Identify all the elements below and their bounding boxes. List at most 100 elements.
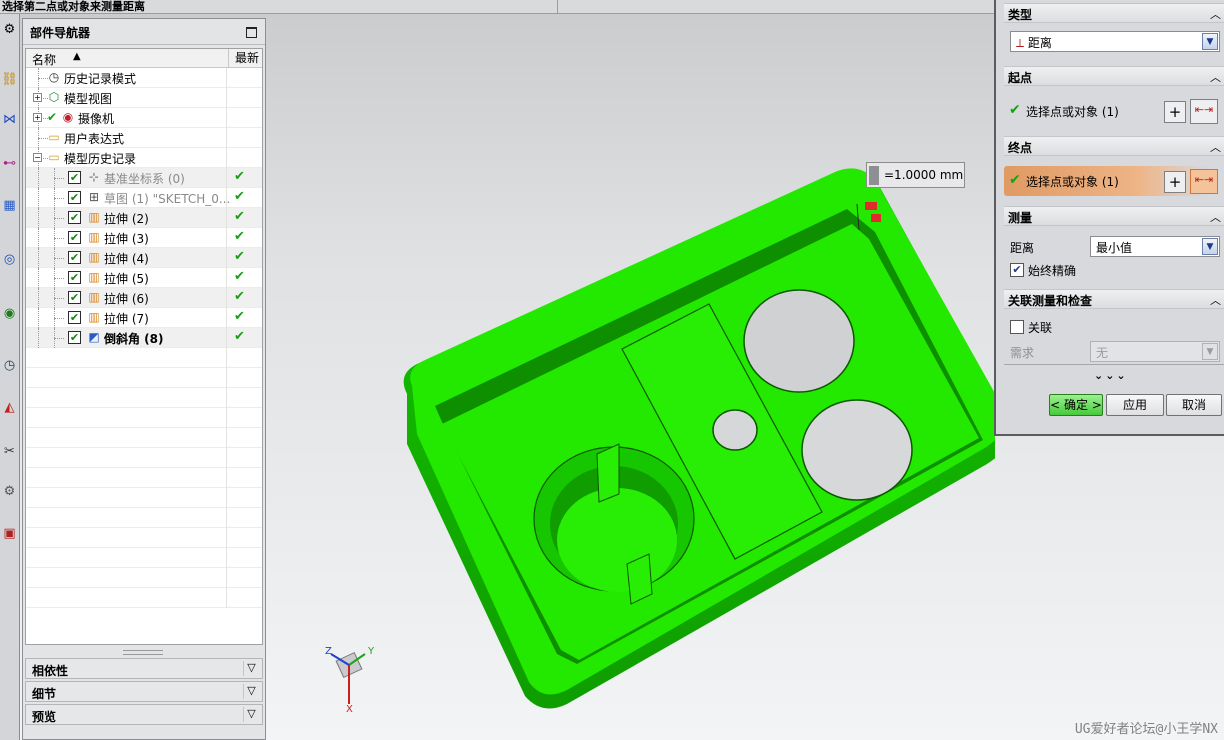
empty-row <box>26 428 262 448</box>
visibility-checkbox[interactable]: ✔ <box>68 191 81 204</box>
tools-icon[interactable]: ✂ <box>1 440 18 462</box>
tree-line <box>38 268 39 288</box>
visibility-checkbox[interactable]: ✔ <box>68 251 81 264</box>
tree-row[interactable]: + ✔ ◉ 摄像机 <box>26 108 262 128</box>
history-icon[interactable]: ◷ <box>1 354 18 376</box>
column-divider <box>226 288 227 308</box>
robot-icon[interactable]: ⚙ <box>1 480 18 502</box>
requirement-select[interactable]: 无 ▼ <box>1090 341 1220 362</box>
panel-splitter[interactable] <box>123 650 163 655</box>
inferred-point-button[interactable]: ⇤⇥ <box>1190 99 1218 124</box>
section-start[interactable]: 起点 ︿ <box>1004 66 1224 86</box>
collapse-icon[interactable]: ︿ <box>1210 139 1221 155</box>
chevron-down-icon[interactable]: ▼ <box>1202 238 1218 255</box>
latest-status-icon: ✔ <box>234 229 245 244</box>
tree-item-label: 拉伸 (5) <box>104 272 149 286</box>
column-divider <box>226 268 227 288</box>
section-end[interactable]: 终点 ︿ <box>1004 136 1224 156</box>
visibility-checkbox[interactable]: ✔ <box>68 271 81 284</box>
point-dialog-button[interactable]: + <box>1164 101 1186 123</box>
measurement-readout[interactable]: =1.0000 mm <box>866 162 965 188</box>
expand-icon[interactable]: + <box>33 113 42 122</box>
tree-row[interactable]: ✔ ▥ 拉伸 (7) ✔ <box>26 308 262 328</box>
ok-button[interactable]: < 确定 > <box>1049 394 1103 416</box>
triad-y-label: Y <box>367 646 375 657</box>
gear-icon[interactable]: ⚙ <box>1 18 18 40</box>
collapse-icon[interactable]: − <box>33 153 42 162</box>
film-icon[interactable]: ▣ <box>1 522 18 544</box>
tree-rows: ◷ 历史记录模式 + ⬡ 模型视图 + ✔ ◉ 摄像机 ▭ 用户表达式 − ▭ 模型历史记录 ✔ ⊹ 基准坐标系… <box>26 68 262 608</box>
resource-bar: ⚙ ⛓ ⋈ ⊷ ▦ ◎ ◉ ◷ ◭ ✂ ⚙ ▣ <box>0 14 20 740</box>
column-divider <box>226 248 227 268</box>
cancel-button[interactable]: 取消 <box>1166 394 1222 416</box>
tree-row[interactable]: ✔ ◩ 倒斜角 (8) ✔ <box>26 328 262 348</box>
collapse-icon[interactable]: ︿ <box>1210 69 1221 85</box>
tree-item-label: 用户表达式 <box>64 132 125 146</box>
graph-icon[interactable]: ⊷ <box>1 152 18 174</box>
constraint-icon[interactable]: ⋈ <box>1 108 18 130</box>
tree-row[interactable]: ▭ 用户表达式 <box>26 128 262 148</box>
palette-icon[interactable]: ◭ <box>1 396 18 418</box>
panel-dependencies[interactable]: 相依性 ▽ <box>25 658 263 679</box>
tree-row[interactable]: + ⬡ 模型视图 <box>26 88 262 108</box>
column-name[interactable]: 名称 <box>32 51 56 68</box>
tree-row[interactable]: ✔ ▥ 拉伸 (6) ✔ <box>26 288 262 308</box>
section-type[interactable]: 类型 ︿ <box>1004 3 1224 23</box>
tree-row[interactable]: ✔ ▥ 拉伸 (4) ✔ <box>26 248 262 268</box>
navigator-tree[interactable]: 名称 ▲ 最新 ◷ 历史记录模式 + ⬡ 模型视图 + ✔ ◉ 摄像机 ▭ 用户表达式 − ▭ 模型历史记… <box>25 48 263 645</box>
cube-icon[interactable]: ▦ <box>1 194 18 216</box>
visibility-checkbox[interactable]: ✔ <box>68 231 81 244</box>
always-precise-checkbox[interactable]: ✔ <box>1010 263 1024 277</box>
collapse-icon[interactable]: ︿ <box>1210 6 1221 22</box>
panel-details[interactable]: 细节 ▽ <box>25 681 263 702</box>
chevron-down-icon[interactable]: ▽ <box>243 684 259 699</box>
section-title: 关联测量和检查 <box>1008 294 1093 308</box>
visibility-checkbox[interactable]: ✔ <box>68 331 81 344</box>
column-divider <box>226 548 227 568</box>
roles-icon[interactable]: ◉ <box>1 302 18 324</box>
folder-icon: ▭ <box>48 130 60 144</box>
visibility-checkbox[interactable]: ✔ <box>68 211 81 224</box>
tree-row[interactable]: ✔ ▥ 拉伸 (3) ✔ <box>26 228 262 248</box>
tree-row[interactable]: ✔ ⊞ 草图 (1) "SKETCH_0... ✔ <box>26 188 262 208</box>
requirement-label: 需求 <box>1010 346 1035 360</box>
tree-line <box>38 288 39 308</box>
drag-handle[interactable] <box>869 166 879 185</box>
apply-button[interactable]: 应用 <box>1106 394 1164 416</box>
tree-row[interactable]: ✔ ⊹ 基准坐标系 (0) ✔ <box>26 168 262 188</box>
column-divider <box>226 108 227 128</box>
distance-mode-select[interactable]: 最小值 ▼ <box>1090 236 1220 257</box>
type-select[interactable]: ⟂ 距离 ▼ <box>1010 31 1220 52</box>
collapse-icon[interactable]: ︿ <box>1210 292 1221 308</box>
tree-row[interactable]: ✔ ▥ 拉伸 (2) ✔ <box>26 208 262 228</box>
end-select-label: 选择点或对象 (1) <box>1026 175 1119 189</box>
tree-row[interactable]: ◷ 历史记录模式 <box>26 68 262 88</box>
chevron-down-icon[interactable]: ▽ <box>243 661 259 676</box>
triad-x-label: X <box>346 704 353 715</box>
graphics-viewport[interactable]: Z Y X <box>267 14 1010 740</box>
chevron-down-icon[interactable]: ▽ <box>243 707 259 722</box>
section-associative[interactable]: 关联测量和检查 ︿ <box>1004 289 1224 309</box>
point-dialog-button[interactable]: + <box>1164 171 1186 193</box>
chevron-down-icon[interactable]: ▼ <box>1202 33 1218 50</box>
collapse-icon[interactable]: ︿ <box>1210 209 1221 225</box>
panel-preview[interactable]: 预览 ▽ <box>25 704 263 725</box>
show-more-icon[interactable]: ⌄⌄⌄ <box>1094 369 1128 382</box>
tree-item-label: 拉伸 (7) <box>104 312 149 326</box>
column-latest[interactable]: 最新 <box>228 49 262 68</box>
section-measure[interactable]: 测量 ︿ <box>1004 206 1224 226</box>
maximize-icon[interactable] <box>246 27 257 38</box>
inferred-point-button[interactable]: ⇤⇥ <box>1190 169 1218 194</box>
web-icon[interactable]: ◎ <box>1 248 18 270</box>
assembly-icon[interactable]: ⛓ <box>1 68 18 90</box>
chevron-down-icon[interactable]: ▼ <box>1202 343 1218 360</box>
tree-row[interactable]: ✔ ▥ 拉伸 (5) ✔ <box>26 268 262 288</box>
visibility-checkbox[interactable]: ✔ <box>68 311 81 324</box>
expand-icon[interactable]: + <box>33 93 42 102</box>
column-divider <box>226 468 227 488</box>
associative-checkbox[interactable] <box>1010 320 1024 334</box>
visibility-checkbox[interactable]: ✔ <box>68 291 81 304</box>
tree-row[interactable]: − ▭ 模型历史记录 <box>26 148 262 168</box>
requirement-value: 无 <box>1096 346 1109 360</box>
visibility-checkbox[interactable]: ✔ <box>68 171 81 184</box>
